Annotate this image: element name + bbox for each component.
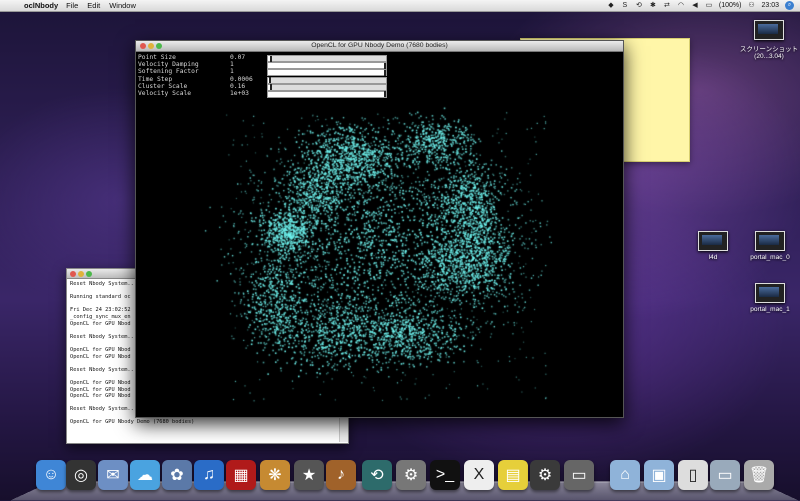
param-value: 0.07 bbox=[230, 54, 246, 61]
param-row: Point Size 0.07 bbox=[138, 54, 388, 62]
param-value: 0.0006 bbox=[230, 75, 253, 83]
menu-bar: oclNbody File Edit Window ◆ S ⟲ ✱ ⇄ ◠ ◀ … bbox=[0, 0, 800, 12]
app-window-icon[interactable]: ▭ bbox=[564, 460, 594, 490]
parameter-panel: Point Size 0.07 Velocity Damping 1 Softening… bbox=[138, 54, 388, 98]
param-slider[interactable] bbox=[267, 90, 387, 98]
param-row: Time Step 0.0006 bbox=[138, 75, 388, 84]
minimize-icon[interactable] bbox=[148, 43, 154, 49]
param-name: Time Step bbox=[138, 75, 173, 83]
iphoto-icon[interactable]: ✿ bbox=[162, 460, 192, 490]
battery-icon[interactable]: ▭ bbox=[705, 2, 713, 9]
zoom-icon[interactable] bbox=[86, 271, 92, 277]
l4d-thumbnail bbox=[698, 231, 728, 251]
timemachine-icon[interactable]: ⟲ bbox=[362, 460, 392, 490]
slider-fill bbox=[268, 91, 386, 97]
terminal-icon[interactable]: >_ bbox=[430, 460, 460, 490]
x11-icon[interactable]: X bbox=[464, 460, 494, 490]
portal-mac-0-thumbnail bbox=[755, 231, 785, 251]
desktop-icon-portal-mac-0[interactable]: portal_mac_0 bbox=[735, 231, 800, 261]
desktop-icon-portal-mac-1[interactable]: portal_mac_1 bbox=[735, 283, 800, 313]
stickies-icon[interactable]: ▤ bbox=[498, 460, 528, 490]
simulation-canvas[interactable] bbox=[136, 52, 623, 417]
param-name: Velocity Scale bbox=[138, 89, 192, 97]
close-icon[interactable] bbox=[140, 43, 146, 49]
nbody-window[interactable]: OpenCL for GPU Nbody Demo (7680 bodies) … bbox=[135, 40, 624, 418]
portal-mac-1-thumbnail bbox=[755, 283, 785, 303]
app-menu[interactable]: oclNbody bbox=[24, 1, 58, 10]
desktop-icon-label: portal_mac_1 bbox=[750, 306, 790, 313]
desktop-icon-screenshot[interactable]: スクリーンショット (20...3.04) bbox=[734, 20, 800, 60]
menu-edit[interactable]: Edit bbox=[87, 1, 100, 10]
mail-icon[interactable]: ✉ bbox=[98, 460, 128, 490]
desktop-icon-label: portal_mac_0 bbox=[750, 254, 790, 261]
itunes-icon[interactable]: ♫ bbox=[194, 460, 224, 490]
bluetooth-icon[interactable]: ✱ bbox=[649, 2, 657, 9]
steam-icon[interactable]: ⚙ bbox=[530, 460, 560, 490]
param-value: 1e+03 bbox=[230, 89, 249, 97]
param-row: Cluster Scale 0.16 bbox=[138, 82, 388, 91]
imovie-icon[interactable]: ★ bbox=[294, 460, 324, 490]
spotlight-search-icon[interactable]: ⌕ bbox=[785, 1, 794, 10]
param-name: Cluster Scale bbox=[138, 82, 188, 90]
param-row: Softening Factor 1 bbox=[138, 68, 388, 77]
screenshot-thumbnail bbox=[754, 20, 784, 40]
menu-file[interactable]: File bbox=[66, 1, 78, 10]
finder-icon[interactable]: ☺ bbox=[36, 460, 66, 490]
garageband-icon[interactable]: ♪ bbox=[326, 460, 356, 490]
dock: ☺ ◎ ✉ ☁ ✿ ♫ ▦ ❋ ★ ♪ ⟲ ⚙ >_ X ▤ ⚙ ▭ ⌂ ▣ ▯ ▭ 🗑 bbox=[10, 456, 799, 501]
menu-window[interactable]: Window bbox=[109, 1, 136, 10]
nbody-title-bar[interactable]: OpenCL for GPU Nbody Demo (7680 bodies) bbox=[136, 41, 623, 52]
window-title: OpenCL for GPU Nbody Demo (7680 bodies) bbox=[311, 42, 448, 49]
trash-icon[interactable]: 🗑 bbox=[744, 460, 774, 490]
param-row: Velocity Scale 1e+03 bbox=[138, 89, 388, 98]
terminal-line: OpenCL for GPU Nbody Demo (7680 bodies) bbox=[70, 419, 195, 426]
ichat-icon[interactable]: ☁ bbox=[130, 460, 160, 490]
steam-menu-icon[interactable]: ◆ bbox=[607, 2, 615, 9]
param-row: Velocity Damping 1 bbox=[138, 61, 388, 70]
close-icon[interactable] bbox=[70, 271, 76, 277]
param-value: 1 bbox=[230, 61, 234, 69]
param-name: Softening Factor bbox=[138, 68, 199, 76]
timemachine-menu-icon[interactable]: ⟲ bbox=[635, 2, 643, 9]
skype-menu-icon[interactable]: S bbox=[621, 2, 629, 9]
param-value: 0.16 bbox=[230, 82, 246, 90]
system-preferences-icon[interactable]: ⚙ bbox=[396, 460, 426, 490]
menu-extras: ◆ S ⟲ ✱ ⇄ ◠ ◀ ▭ (100%) ⚇ 23:03 ⌕ bbox=[607, 0, 794, 11]
battery-percent[interactable]: (100%) bbox=[719, 2, 742, 9]
param-name: Point Size bbox=[138, 54, 176, 61]
param-value: 1 bbox=[230, 68, 234, 76]
desktop-icon-label: スクリーンショット (20...3.04) bbox=[739, 46, 799, 60]
applications-folder-icon[interactable]: ⌂ bbox=[610, 460, 640, 490]
param-name: Velocity Damping bbox=[138, 61, 199, 69]
minimize-icon[interactable] bbox=[78, 271, 84, 277]
wifi-icon[interactable]: ◠ bbox=[677, 2, 685, 9]
photobooth-icon[interactable]: ▦ bbox=[226, 460, 256, 490]
user-icon[interactable]: ⚇ bbox=[747, 2, 755, 9]
sync-icon[interactable]: ⇄ bbox=[663, 2, 671, 9]
slider-knob[interactable] bbox=[384, 91, 386, 98]
dashboard-icon[interactable]: ◎ bbox=[66, 460, 96, 490]
volume-icon[interactable]: ◀ bbox=[691, 2, 699, 9]
iphoto2-icon[interactable]: ❋ bbox=[260, 460, 290, 490]
documents-folder-icon[interactable]: ▣ bbox=[644, 460, 674, 490]
zoom-icon[interactable] bbox=[156, 43, 162, 49]
menu-clock[interactable]: 23:03 bbox=[761, 2, 779, 9]
document-icon[interactable]: ▯ bbox=[678, 460, 708, 490]
screenshot-icon[interactable]: ▭ bbox=[710, 460, 740, 490]
